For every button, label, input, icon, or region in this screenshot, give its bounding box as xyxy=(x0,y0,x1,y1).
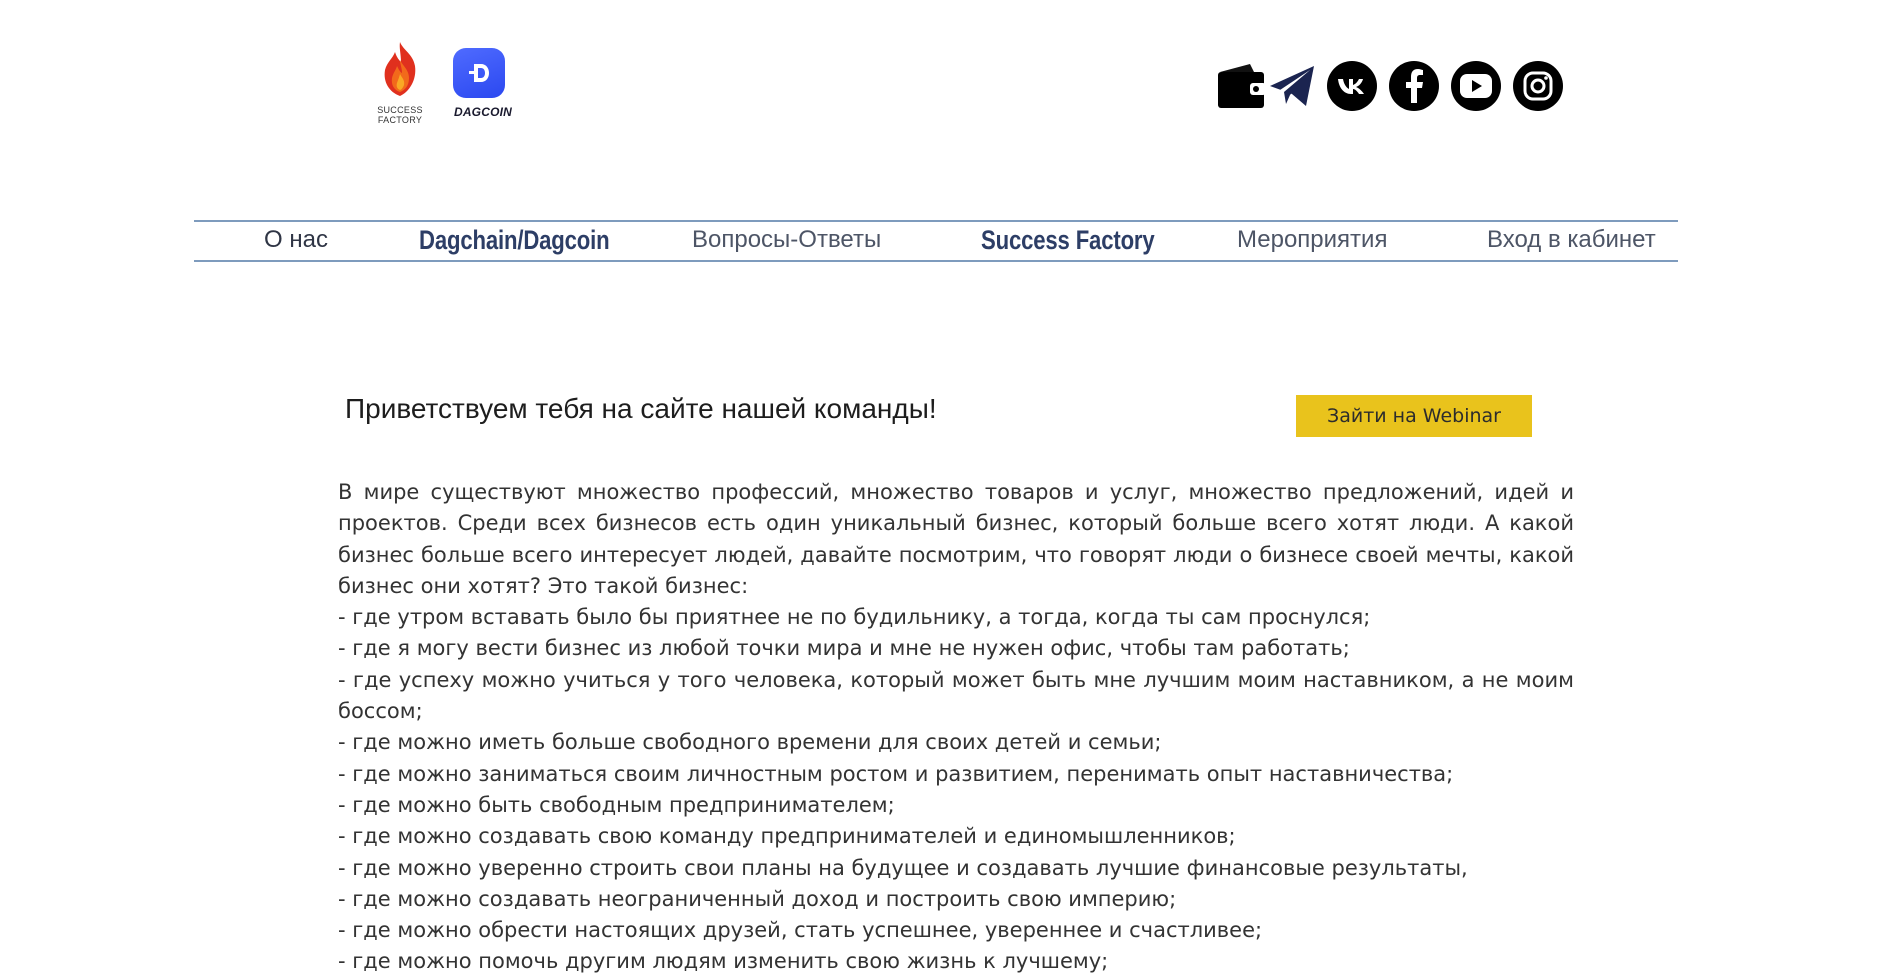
logo-caption-line1: SUCCESS xyxy=(377,105,423,115)
nav-item-about[interactable]: О нас xyxy=(264,224,328,256)
nav-item-success-factory[interactable]: Success Factory xyxy=(981,224,1155,256)
wallet-icon[interactable] xyxy=(1216,62,1268,112)
logo-caption-line2: FACTORY xyxy=(377,115,423,125)
list-item: - где можно заниматься своим личностным … xyxy=(338,761,1454,786)
youtube-icon[interactable] xyxy=(1451,61,1501,111)
list-item: - где можно иметь больше свободного врем… xyxy=(338,730,1162,755)
nav-item-events[interactable]: Мероприятия xyxy=(1237,224,1387,256)
nav-bottom-divider xyxy=(194,260,1678,262)
flame-icon xyxy=(384,42,416,96)
intro-paragraph: В мире существуют множество профессий, м… xyxy=(338,480,1574,598)
list-item: - где я могу вести бизнес из любой точки… xyxy=(338,636,1350,661)
nav-item-login[interactable]: Вход в кабинет xyxy=(1487,224,1656,256)
list-item: - где успеху можно учиться у того челове… xyxy=(338,667,1574,724)
nav-top-divider xyxy=(194,220,1678,222)
telegram-icon[interactable] xyxy=(1268,64,1316,114)
list-item: - где можно создавать свою команду предп… xyxy=(338,824,1236,849)
webinar-button[interactable]: Зайти на Webinar xyxy=(1296,395,1532,437)
dagcoin-wordmark: DAGCOIN xyxy=(453,105,513,119)
list-item: - где можно помочь другим людям изменить… xyxy=(338,949,1109,974)
facebook-icon[interactable] xyxy=(1389,61,1439,111)
success-factory-logo[interactable]: SUCCESS FACTORY xyxy=(357,40,443,128)
page-title: Приветствуем тебя на сайте нашей команды… xyxy=(345,393,937,424)
dagcoin-tile xyxy=(453,48,505,98)
list-item: - где можно обрести настоящих друзей, ст… xyxy=(338,918,1263,943)
nav-item-dagchain[interactable]: Dagchain/Dagcoin xyxy=(419,224,610,256)
dagcoin-logo[interactable]: DAGCOIN xyxy=(447,48,527,128)
list-item: - где можно создавать неограниченный дох… xyxy=(338,886,1177,911)
instagram-icon[interactable] xyxy=(1513,61,1563,111)
list-item: - где можно уверенно строить свои планы … xyxy=(338,855,1468,880)
dagcoin-icon xyxy=(469,64,489,82)
list-item: - где можно быть свободным предпринимате… xyxy=(338,792,895,817)
intro-text-block: В мире существуют множество профессий, м… xyxy=(338,477,1574,978)
nav-item-faq[interactable]: Вопросы-Ответы xyxy=(692,224,881,256)
vk-icon[interactable] xyxy=(1327,61,1377,111)
list-item: - где утром вставать было бы приятнее не… xyxy=(338,605,1371,630)
